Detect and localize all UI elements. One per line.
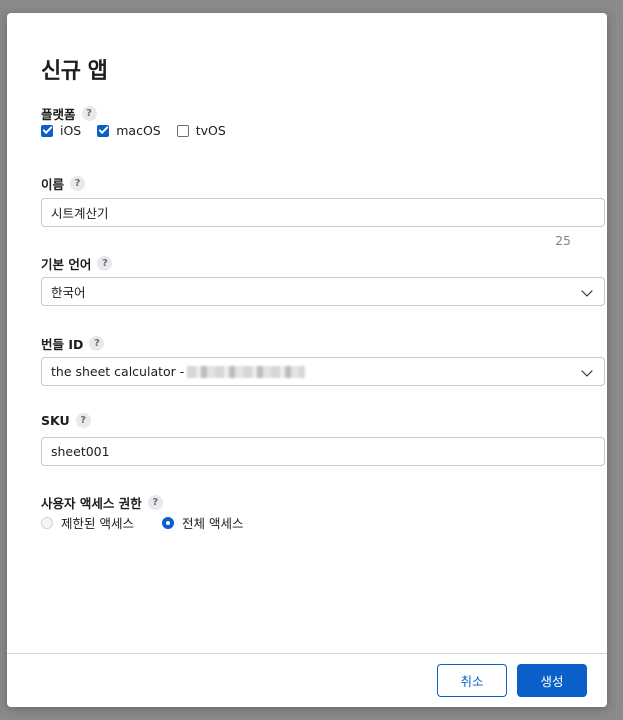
user-access-label: 사용자 액세스 권한 (41, 496, 142, 511)
platform-macos-label: macOS (116, 123, 161, 138)
language-label-row: 기본 언어 ? (41, 254, 113, 273)
platform-macos-checkbox[interactable]: macOS (97, 123, 161, 138)
radio-selected-icon[interactable] (161, 516, 174, 529)
help-icon[interactable]: ? (81, 106, 97, 121)
name-char-counter: 25 (555, 233, 571, 248)
bundle-id-label: 번들 ID (41, 337, 84, 352)
sku-input-value: sheet001 (51, 444, 110, 459)
language-select-value: 한국어 (51, 285, 86, 300)
platforms-label-row: 플랫폼 ? (41, 104, 97, 123)
platform-tvos-checkbox[interactable]: tvOS (176, 123, 226, 138)
name-label: 이름 (41, 177, 65, 192)
chevron-down-icon (581, 285, 593, 297)
dialog-title: 신규 앱 (41, 59, 108, 84)
sku-label: SKU (41, 413, 70, 428)
limited-access-label: 제한된 액세스 (61, 516, 134, 531)
sku-input[interactable]: sheet001 (41, 437, 605, 466)
platforms-label: 플랫폼 (41, 107, 76, 122)
bundle-id-select-value: the sheet calculator - (51, 364, 185, 379)
sku-label-row: SKU ? (41, 413, 91, 428)
radio-unselected-icon[interactable] (41, 516, 53, 529)
chevron-down-icon (581, 365, 593, 377)
platform-checkboxes: iOS macOS tvOS (41, 123, 226, 138)
create-button[interactable]: 생성 (517, 664, 587, 697)
language-label: 기본 언어 (41, 257, 92, 272)
full-access-label: 전체 액세스 (181, 516, 244, 531)
name-input[interactable]: 시트계산기 (41, 198, 605, 227)
user-access-label-row: 사용자 액세스 권한 ? (41, 493, 163, 512)
platform-ios-checkbox[interactable]: iOS (41, 123, 81, 138)
checkbox-checked-icon[interactable] (97, 124, 110, 137)
checkbox-unchecked-icon[interactable] (176, 124, 189, 137)
bundle-id-label-row: 번들 ID ? (41, 334, 105, 353)
name-label-row: 이름 ? (41, 174, 86, 193)
user-access-radios: 제한된 액세스 전체 액세스 (41, 513, 243, 532)
new-app-dialog: 신규 앱 플랫폼 ? iOS macOS tvOS 이름 ? 시트계산기 25 … (7, 13, 607, 707)
help-icon[interactable]: ? (97, 256, 113, 271)
redacted-text (187, 365, 306, 378)
help-icon[interactable]: ? (89, 336, 105, 351)
cancel-button[interactable]: 취소 (437, 664, 507, 697)
footer-divider (7, 653, 607, 654)
help-icon[interactable]: ? (147, 495, 163, 510)
bundle-id-select[interactable]: the sheet calculator - (41, 357, 605, 386)
help-icon[interactable]: ? (70, 176, 86, 191)
name-input-value: 시트계산기 (51, 206, 109, 221)
limited-access-radio[interactable]: 제한된 액세스 (41, 513, 134, 532)
full-access-radio[interactable]: 전체 액세스 (161, 513, 244, 532)
help-icon[interactable]: ? (75, 413, 91, 428)
platform-tvos-label: tvOS (195, 123, 226, 138)
checkbox-checked-icon[interactable] (41, 124, 53, 137)
language-select[interactable]: 한국어 (41, 277, 605, 306)
platform-ios-label: iOS (60, 123, 82, 138)
